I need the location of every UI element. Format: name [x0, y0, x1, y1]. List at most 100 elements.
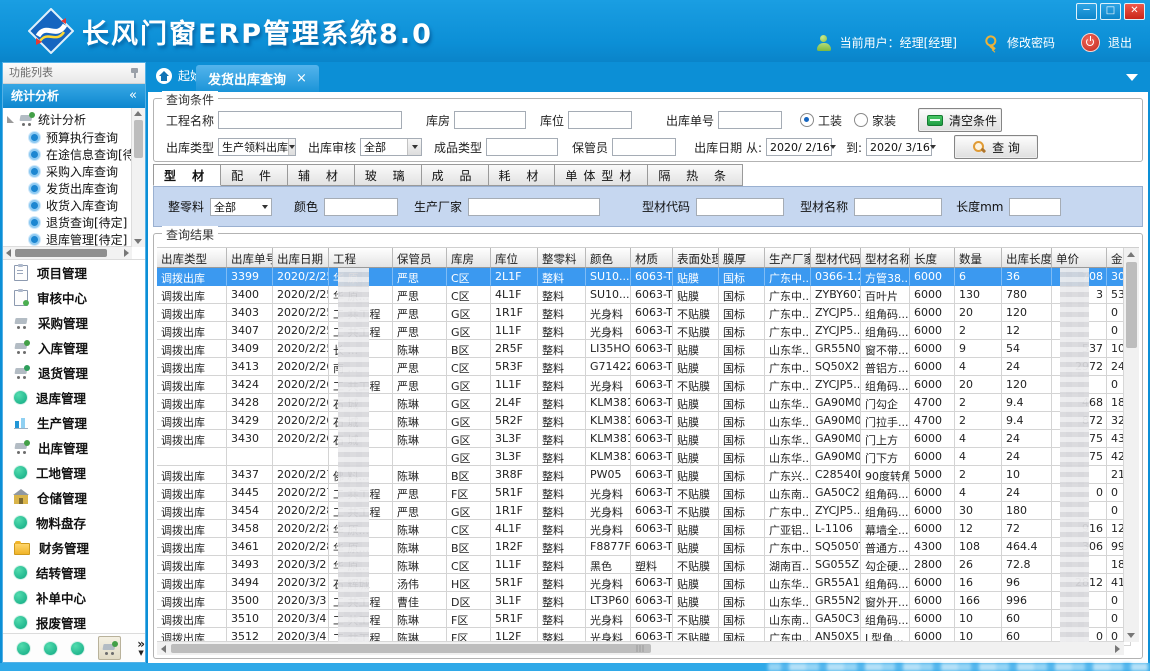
- table-row[interactable]: 调拨出库34372020/2/27佛 料...陈琳B区3R8F整料PW05606…: [157, 466, 1139, 484]
- pin-icon[interactable]: [130, 67, 139, 79]
- table-vertical-scrollbar[interactable]: [1123, 248, 1139, 642]
- sidebar-module-item[interactable]: 工地管理: [3, 460, 145, 485]
- close-button[interactable]: ✕: [1124, 3, 1145, 20]
- green-circle-icon[interactable]: [71, 642, 84, 655]
- profile-name-input[interactable]: [854, 198, 942, 216]
- table-row[interactable]: 调拨出库34292020/2/26石 城陈琳G区5R2F整料KLM3817606…: [157, 412, 1139, 430]
- cart-footer-button[interactable]: [98, 636, 121, 660]
- whole-part-select[interactable]: 全部: [210, 198, 272, 216]
- tab-shipping-outbound-query[interactable]: 发货出库查询 ×: [196, 65, 319, 92]
- column-header[interactable]: 工程: [329, 248, 393, 268]
- sidebar-module-item[interactable]: 财务管理: [3, 535, 145, 560]
- column-header[interactable]: 出库类型: [157, 248, 227, 268]
- change-password-link[interactable]: 修改密码: [1007, 34, 1055, 51]
- date-to-select[interactable]: 2020/ 3/16: [866, 138, 932, 156]
- table-row[interactable]: 调拨出库34542020/2/28工 共工程严思G区1R1F整料光身料6063-…: [157, 502, 1139, 520]
- sidebar-module-item[interactable]: 入库管理: [3, 335, 145, 360]
- sidebar-overflow-button[interactable]: » ▼: [137, 639, 145, 658]
- tree-vertical-scrollbar[interactable]: [131, 108, 145, 247]
- search-button[interactable]: 查 询: [954, 135, 1038, 159]
- sidebar-module-item[interactable]: 生产管理: [3, 410, 145, 435]
- tab-close-icon[interactable]: ×: [296, 71, 307, 86]
- length-input[interactable]: [1009, 198, 1061, 216]
- location-input[interactable]: [568, 111, 632, 129]
- column-header[interactable]: 颜色: [586, 248, 631, 268]
- material-tab[interactable]: 配 件: [221, 164, 288, 186]
- sidebar-tree-item[interactable]: 收货入库查询: [7, 197, 145, 214]
- manufacturer-input[interactable]: [468, 198, 600, 216]
- sidebar-module-item[interactable]: 退库管理: [3, 385, 145, 410]
- sidebar-module-item[interactable]: 退货管理: [3, 360, 145, 385]
- table-row[interactable]: G区3L3F整料KLM38176063-T5贴膜国标山东华...GA90M09.…: [157, 448, 1139, 466]
- outbound-audit-select[interactable]: 全部: [360, 138, 422, 156]
- product-type-input[interactable]: [486, 138, 558, 156]
- project-name-input[interactable]: [218, 111, 402, 129]
- column-header[interactable]: 库房: [447, 248, 491, 268]
- green-circle-icon[interactable]: [44, 642, 57, 655]
- material-tab[interactable]: 型 材: [153, 164, 221, 186]
- sidebar-module-item[interactable]: 报废管理: [3, 610, 145, 633]
- table-row[interactable]: 调拨出库35002020/3/3工 共工程曹佳D区3L1F整料LT3P60606…: [157, 592, 1139, 610]
- color-input[interactable]: [324, 198, 398, 216]
- warehouse-input[interactable]: [454, 111, 526, 129]
- column-header[interactable]: 出库日期: [273, 248, 329, 268]
- sidebar-tree-item[interactable]: 退货查询[待定]: [7, 214, 145, 231]
- column-header[interactable]: 生产厂家: [765, 248, 811, 268]
- column-header[interactable]: 出库单号: [227, 248, 273, 268]
- sidebar-module-item[interactable]: 物料盘存: [3, 510, 145, 535]
- table-row[interactable]: 调拨出库34092020/2/25长 ...陈琳B区2R5F整料LI35HO60…: [157, 340, 1139, 358]
- sidebar-tree-item[interactable]: 预算执行查询: [7, 129, 145, 146]
- material-tab[interactable]: 单体型材: [555, 164, 648, 186]
- material-tab[interactable]: 辅 材: [288, 164, 355, 186]
- sidebar-module-item[interactable]: 审核中心: [3, 285, 145, 310]
- sidebar-module-item[interactable]: 结转管理: [3, 560, 145, 585]
- table-row[interactable]: 调拨出库34002020/2/25华 原...严思C区4L1F整料SU10...…: [157, 286, 1139, 304]
- sidebar-module-item[interactable]: 仓储管理: [3, 485, 145, 510]
- sidebar-module-item[interactable]: 采购管理: [3, 310, 145, 335]
- maximize-button[interactable]: □: [1100, 3, 1121, 20]
- keeper-input[interactable]: [612, 138, 676, 156]
- column-header[interactable]: 库位: [491, 248, 538, 268]
- tab-overflow-icon[interactable]: [1126, 74, 1138, 81]
- sidebar-module-item[interactable]: 项目管理: [3, 260, 145, 285]
- statistics-section-header[interactable]: 统计分析 «: [3, 84, 145, 108]
- order-no-input[interactable]: [718, 111, 782, 129]
- date-from-select[interactable]: 2020/ 2/16: [766, 138, 832, 156]
- table-row[interactable]: 调拨出库34302020/2/26石 城陈琳G区3L3F整料KLM3817606…: [157, 430, 1139, 448]
- column-header[interactable]: 表面处理: [673, 248, 719, 268]
- column-header[interactable]: 整零料: [538, 248, 586, 268]
- radio-industrial[interactable]: [800, 113, 814, 127]
- tree-horizontal-scrollbar[interactable]: [3, 246, 132, 259]
- column-header[interactable]: 长度: [910, 248, 955, 268]
- table-row[interactable]: 调拨出库34452020/2/27工 共工程严思F区5R1F整料光身料6063-…: [157, 484, 1139, 502]
- sidebar-tree-item[interactable]: 采购入库查询: [7, 163, 145, 180]
- minimize-button[interactable]: ─: [1076, 3, 1097, 20]
- sidebar-tree-item[interactable]: 在途信息查询[待: [7, 146, 145, 163]
- column-header[interactable]: 材质: [631, 248, 673, 268]
- tree-root-node[interactable]: 统计分析: [7, 110, 145, 129]
- table-row[interactable]: 调拨出库34242020/2/26工 共工程严思G区1L1F整料光身料6063-…: [157, 376, 1139, 394]
- sidebar-module-item[interactable]: 补单中心: [3, 585, 145, 610]
- column-header[interactable]: 数量: [955, 248, 1002, 268]
- table-horizontal-scrollbar[interactable]: [157, 641, 1124, 655]
- column-header[interactable]: 膜厚: [719, 248, 765, 268]
- collapse-icon[interactable]: «: [129, 84, 137, 108]
- table-row[interactable]: 调拨出库34282020/2/26石 城陈琳G区2L4F整料KLM3817606…: [157, 394, 1139, 412]
- column-header[interactable]: 保管员: [393, 248, 447, 268]
- sidebar-tree-item[interactable]: 发货出库查询: [7, 180, 145, 197]
- radio-home[interactable]: [854, 113, 868, 127]
- table-row[interactable]: 调拨出库34032020/2/25工 共工程严思G区1R1F整料光身料6063-…: [157, 304, 1139, 322]
- table-row[interactable]: 调拨出库34932020/3/2华 原...陈琳C区1L1F整料黑色塑料不贴膜国…: [157, 556, 1139, 574]
- table-row[interactable]: 调拨出库34942020/3/2石 辉城汤伟H区5R1F整料光身料6063-T5…: [157, 574, 1139, 592]
- table-row[interactable]: 调拨出库34072020/2/25工 共工程严思G区1L1F整料光身料6063-…: [157, 322, 1139, 340]
- outbound-type-select[interactable]: 生产领料出库: [218, 138, 296, 156]
- material-tab[interactable]: 隔 热 条: [648, 164, 743, 186]
- tree-expander-icon[interactable]: [7, 116, 14, 123]
- logout-link[interactable]: 退出: [1108, 34, 1132, 51]
- green-circle-icon[interactable]: [17, 642, 30, 655]
- sidebar-module-item[interactable]: 出库管理: [3, 435, 145, 460]
- table-row[interactable]: 调拨出库35102020/3/4工 共工程陈琳F区5R1F整料光身料6063-T…: [157, 610, 1139, 628]
- material-tab[interactable]: 玻 璃: [355, 164, 422, 186]
- radio-home-label[interactable]: 家装: [872, 112, 896, 129]
- column-header[interactable]: 单价: [1052, 248, 1107, 268]
